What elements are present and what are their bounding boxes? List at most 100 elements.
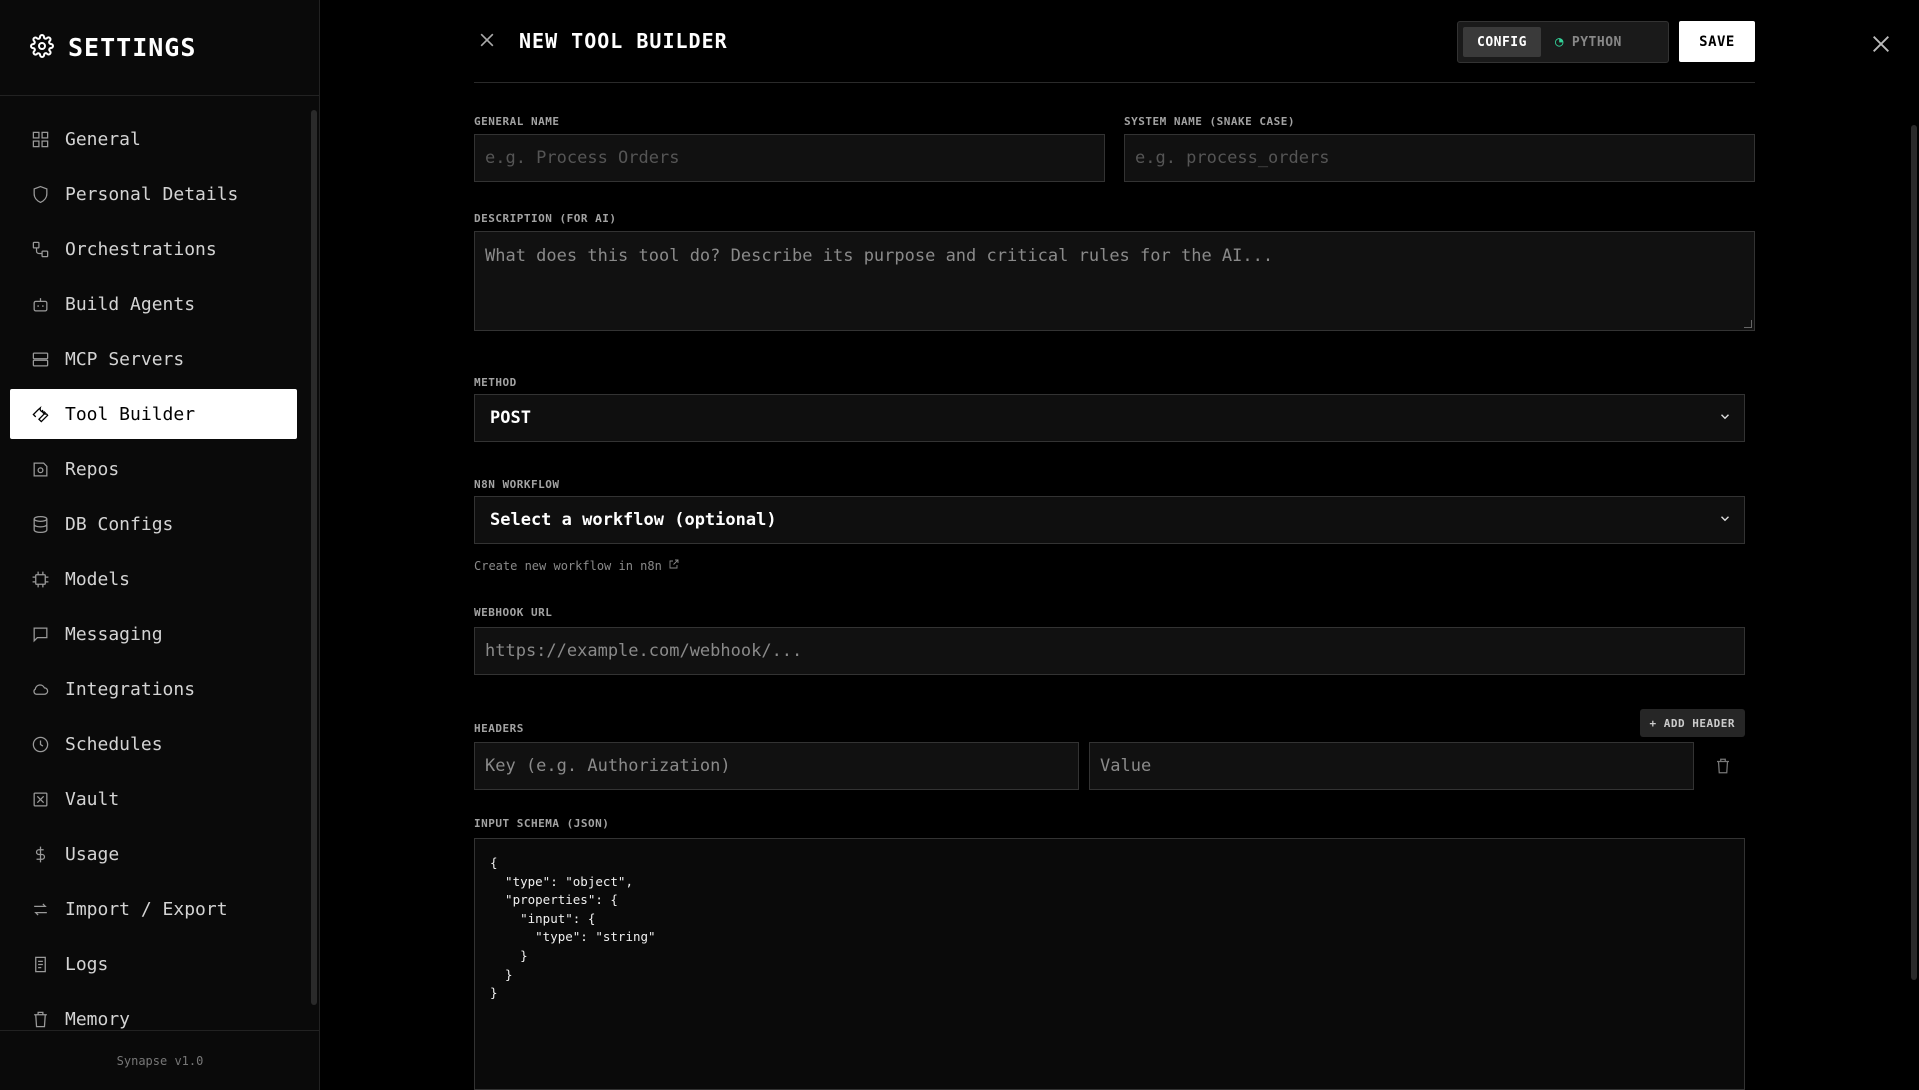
- shield-icon: [30, 184, 50, 204]
- webhook-label: WEBHOOK URL: [474, 606, 553, 619]
- sidebar-item-label: Schedules: [65, 733, 163, 755]
- webhook-url-input[interactable]: https://example.com/webhook/...: [474, 627, 1745, 675]
- chevron-down-icon: [1718, 409, 1732, 428]
- close-icon[interactable]: [477, 30, 499, 52]
- sidebar-item-label: Build Agents: [65, 293, 196, 315]
- close-icon[interactable]: [1870, 33, 1894, 57]
- header-value-placeholder: Value: [1100, 756, 1152, 776]
- tool-builder-panel: NEW TOOL BUILDER CONFIG ◔ PYTHON SAVE GE…: [474, 0, 1755, 1090]
- sidebar-item-label: Integrations: [65, 678, 196, 700]
- sidebar-item-label: Repos: [65, 458, 120, 480]
- external-link-icon: [662, 558, 680, 573]
- add-header-button[interactable]: + ADD HEADER: [1639, 709, 1745, 737]
- version-label: Synapse v1.0: [0, 1030, 320, 1090]
- chevron-down-icon: [1718, 511, 1732, 530]
- sidebar-item-label: Import / Export: [65, 898, 228, 920]
- sidebar-item-vault[interactable]: Vault: [10, 774, 297, 824]
- main-scrollbar[interactable]: [1911, 125, 1917, 980]
- repo-icon: [30, 459, 50, 479]
- sidebar-item-integrations[interactable]: Integrations: [10, 664, 297, 714]
- description-placeholder: What does this tool do? Describe its pur…: [485, 246, 1274, 266]
- cloud-icon: [30, 679, 50, 699]
- server-icon: [30, 349, 50, 369]
- header-key-placeholder: Key (e.g. Authorization): [485, 756, 731, 776]
- sidebar-nav: General Personal Details Orchestrations …: [10, 114, 297, 1049]
- headers-label: HEADERS: [474, 722, 524, 735]
- arrows-icon: [30, 899, 50, 919]
- sidebar-item-logs[interactable]: Logs: [10, 939, 297, 989]
- system-name-label: SYSTEM NAME (SNAKE CASE): [1124, 115, 1295, 128]
- python-icon: ◔: [1554, 34, 1564, 50]
- system-name-input[interactable]: e.g. process_orders: [1124, 134, 1755, 182]
- sidebar-item-label: Usage: [65, 843, 120, 865]
- sidebar-item-messaging[interactable]: Messaging: [10, 609, 297, 659]
- system-name-placeholder: e.g. process_orders: [1135, 148, 1330, 168]
- sidebar-item-db-configs[interactable]: DB Configs: [10, 499, 297, 549]
- sidebar-item-label: Vault: [65, 788, 120, 810]
- sidebar-item-import-export[interactable]: Import / Export: [10, 884, 297, 934]
- database-icon: [30, 514, 50, 534]
- input-schema-editor[interactable]: { "type": "object", "properties": { "inp…: [474, 838, 1745, 1090]
- sidebar-item-label: DB Configs: [65, 513, 174, 535]
- delete-header-icon[interactable]: [1714, 756, 1734, 778]
- logs-icon: [30, 954, 50, 974]
- general-name-label: GENERAL NAME: [474, 115, 560, 128]
- trash-icon: [30, 1009, 50, 1029]
- sidebar-item-label: Messaging: [65, 623, 163, 645]
- mode-toggle: CONFIG ◔ PYTHON: [1457, 21, 1669, 63]
- sidebar: SETTINGS General Personal Details Orches…: [0, 0, 320, 1090]
- workflow-icon: [30, 239, 50, 259]
- sidebar-item-mcp-servers[interactable]: MCP Servers: [10, 334, 297, 384]
- tab-python-label: PYTHON: [1571, 34, 1622, 50]
- wrench-icon: [30, 404, 50, 424]
- page-title: NEW TOOL BUILDER: [519, 29, 728, 53]
- grid-icon: [30, 129, 50, 149]
- create-workflow-label: Create new workflow in n8n: [474, 558, 662, 573]
- clock-icon: [30, 734, 50, 754]
- bot-icon: [30, 294, 50, 314]
- method-value: POST: [490, 408, 531, 428]
- gear-icon: [30, 33, 54, 62]
- sidebar-item-label: General: [65, 128, 141, 150]
- sidebar-item-label: Orchestrations: [65, 238, 217, 260]
- message-icon: [30, 624, 50, 644]
- sidebar-item-usage[interactable]: Usage: [10, 829, 297, 879]
- save-button[interactable]: SAVE: [1679, 21, 1755, 62]
- workflow-value: Select a workflow (optional): [490, 510, 777, 530]
- sidebar-item-orchestrations[interactable]: Orchestrations: [10, 224, 297, 274]
- sidebar-item-label: Memory: [65, 1008, 131, 1030]
- create-workflow-link[interactable]: Create new workflow in n8n: [474, 558, 680, 573]
- vault-icon: [30, 789, 50, 809]
- sidebar-item-label: Logs: [65, 953, 109, 975]
- sidebar-header: SETTINGS: [0, 0, 319, 96]
- sidebar-item-models[interactable]: Models: [10, 554, 297, 604]
- sidebar-item-label: MCP Servers: [65, 348, 185, 370]
- chip-icon: [30, 569, 50, 589]
- panel-header: NEW TOOL BUILDER CONFIG ◔ PYTHON SAVE: [474, 0, 1755, 83]
- sidebar-scrollbar[interactable]: [311, 110, 317, 1005]
- sidebar-title: SETTINGS: [68, 33, 197, 62]
- resize-handle[interactable]: [1744, 320, 1752, 328]
- general-name-input[interactable]: e.g. Process Orders: [474, 134, 1105, 182]
- webhook-placeholder: https://example.com/webhook/...: [485, 641, 803, 661]
- description-label: DESCRIPTION (FOR AI): [474, 212, 617, 225]
- sidebar-item-tool-builder[interactable]: Tool Builder: [10, 389, 297, 439]
- sidebar-item-build-agents[interactable]: Build Agents: [10, 279, 297, 329]
- sidebar-item-schedules[interactable]: Schedules: [10, 719, 297, 769]
- sidebar-item-label: Models: [65, 568, 131, 590]
- sidebar-item-repos[interactable]: Repos: [10, 444, 297, 494]
- tab-config[interactable]: CONFIG: [1463, 27, 1541, 57]
- header-value-input[interactable]: Value: [1089, 742, 1694, 790]
- method-select[interactable]: POST: [474, 394, 1745, 442]
- sidebar-item-general[interactable]: General: [10, 114, 297, 164]
- description-textarea[interactable]: What does this tool do? Describe its pur…: [474, 231, 1755, 331]
- header-key-input[interactable]: Key (e.g. Authorization): [474, 742, 1079, 790]
- workflow-select[interactable]: Select a workflow (optional): [474, 496, 1745, 544]
- sidebar-item-label: Personal Details: [65, 183, 239, 205]
- sidebar-item-personal-details[interactable]: Personal Details: [10, 169, 297, 219]
- dollar-icon: [30, 844, 50, 864]
- general-name-placeholder: e.g. Process Orders: [485, 148, 680, 168]
- sidebar-item-label: Tool Builder: [65, 403, 196, 425]
- schema-label: INPUT SCHEMA (JSON): [474, 817, 610, 830]
- tab-python[interactable]: ◔ PYTHON: [1541, 27, 1636, 57]
